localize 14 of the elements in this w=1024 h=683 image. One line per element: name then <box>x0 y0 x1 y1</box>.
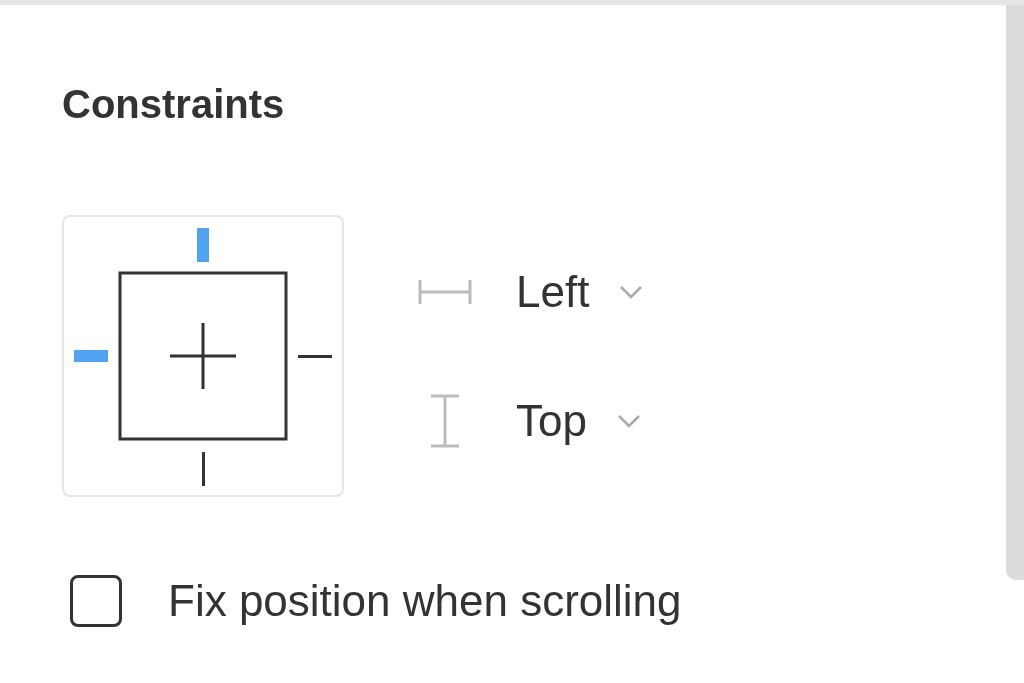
chevron-icon <box>619 285 644 299</box>
constraint-handle[interactable] <box>74 350 108 362</box>
section-title: Constraints <box>62 84 286 124</box>
horizontal-constraint-icon <box>418 277 472 307</box>
constraint-dropdown[interactable]: Top <box>516 399 641 443</box>
constraint-handle[interactable] <box>298 355 332 358</box>
chevron-icon <box>616 414 641 428</box>
constraint-handle[interactable] <box>202 452 205 486</box>
plus-icon <box>168 321 238 391</box>
checkbox[interactable] <box>70 575 122 627</box>
constraint-dropdown[interactable]: Left <box>516 270 644 314</box>
constraint-handle[interactable] <box>197 228 209 262</box>
scrollbar[interactable] <box>1006 5 1024 580</box>
checkbox-label: Fix position when scrolling <box>168 579 682 623</box>
